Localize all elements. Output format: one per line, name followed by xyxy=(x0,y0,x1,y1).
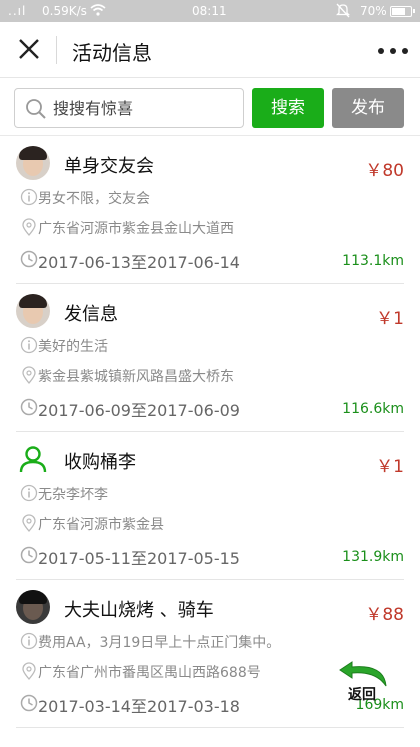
info-icon xyxy=(20,336,38,354)
battery-icon xyxy=(390,6,415,17)
signal-indicator: ..ıl xyxy=(8,4,27,18)
search-box[interactable] xyxy=(14,88,244,128)
search-icon xyxy=(25,98,47,120)
search-input[interactable] xyxy=(53,95,238,121)
user-icon xyxy=(16,442,50,476)
back-button-label: 返回 xyxy=(348,687,376,703)
event-price: ￥88 xyxy=(365,605,404,625)
back-button[interactable]: 返回 xyxy=(336,658,394,703)
event-distance: 113.1km xyxy=(342,253,404,269)
event-description: 无杂李坏李 xyxy=(38,487,108,503)
event-title: 单身交友会 xyxy=(64,156,154,177)
event-description: 美好的生活 xyxy=(38,339,108,355)
event-item[interactable]: 发信息 ￥1 美好的生活 紫金县紫城镇新风路昌盛大桥东 2017-06-09至2… xyxy=(16,284,404,432)
event-item[interactable]: 大夫山烧烤 、骑车 ￥88 费用AA，3月19日早上十点正门集中。 广东省广州市… xyxy=(16,580,404,728)
more-menu-icon[interactable] xyxy=(378,48,408,54)
event-dates: 2017-03-14至2017-03-18 xyxy=(38,697,240,716)
event-title: 收购桶李 xyxy=(64,452,136,473)
event-address: 广东省广州市番禺区禺山西路688号 xyxy=(38,665,261,681)
event-dates: 2017-06-13至2017-06-14 xyxy=(38,253,240,272)
wifi-icon xyxy=(90,3,106,20)
event-description: 男女不限，交友会 xyxy=(38,191,150,207)
search-row: 搜索 发布 xyxy=(0,78,420,136)
status-bar: ..ıl 0.59K/s 08:11 70% xyxy=(0,0,420,22)
event-address: 广东省河源市紫金县金山大道西 xyxy=(38,221,234,237)
event-description: 费用AA，3月19日早上十点正门集中。 xyxy=(38,635,281,651)
event-distance: 116.6km xyxy=(342,401,404,417)
event-dates: 2017-05-11至2017-05-15 xyxy=(38,549,240,568)
event-list: 单身交友会 ￥80 男女不限，交友会 广东省河源市紫金县金山大道西 2017-0… xyxy=(0,136,420,728)
avatar xyxy=(16,146,50,180)
avatar xyxy=(16,590,50,624)
location-pin-icon xyxy=(20,366,38,384)
info-icon xyxy=(20,484,38,502)
location-pin-icon xyxy=(20,662,38,680)
battery-percent: 70% xyxy=(360,4,387,18)
event-price: ￥1 xyxy=(376,457,404,477)
title-divider xyxy=(56,36,57,64)
event-item[interactable]: 单身交友会 ￥80 男女不限，交友会 广东省河源市紫金县金山大道西 2017-0… xyxy=(16,136,404,284)
event-title: 发信息 xyxy=(64,304,118,325)
event-distance: 131.9km xyxy=(342,549,404,565)
search-button[interactable]: 搜索 xyxy=(252,88,324,128)
event-dates: 2017-06-09至2017-06-09 xyxy=(38,401,240,420)
close-icon[interactable] xyxy=(16,36,42,62)
title-bar: 活动信息 xyxy=(0,22,420,78)
page-title: 活动信息 xyxy=(72,41,152,65)
event-price: ￥80 xyxy=(365,161,404,181)
clock: 08:11 xyxy=(192,4,227,18)
mute-bell-icon xyxy=(335,3,351,21)
event-title: 大夫山烧烤 、骑车 xyxy=(64,600,214,621)
event-price: ￥1 xyxy=(376,309,404,329)
location-pin-icon xyxy=(20,514,38,532)
publish-button[interactable]: 发布 xyxy=(332,88,404,128)
info-icon xyxy=(20,632,38,650)
clock-icon xyxy=(20,398,38,416)
location-pin-icon xyxy=(20,218,38,236)
clock-icon xyxy=(20,250,38,268)
network-speed: 0.59K/s xyxy=(42,4,87,18)
event-address: 紫金县紫城镇新风路昌盛大桥东 xyxy=(38,369,234,385)
event-item[interactable]: 收购桶李 ￥1 无杂李坏李 广东省河源市紫金县 2017-05-11至2017-… xyxy=(16,432,404,580)
event-address: 广东省河源市紫金县 xyxy=(38,517,164,533)
clock-icon xyxy=(20,694,38,712)
clock-icon xyxy=(20,546,38,564)
avatar xyxy=(16,294,50,328)
info-icon xyxy=(20,188,38,206)
